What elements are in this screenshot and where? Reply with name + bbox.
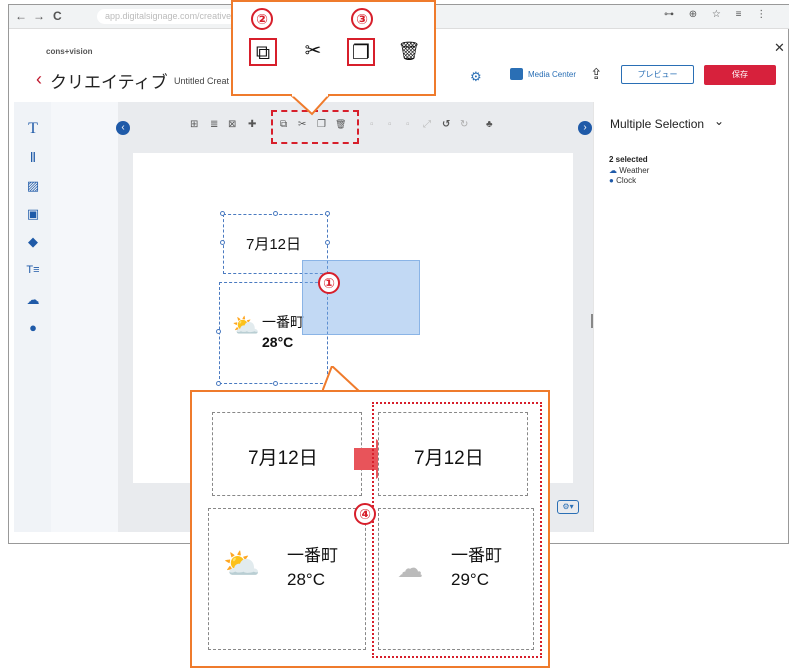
collapse-left-icon[interactable]: ‹ [116,121,130,135]
step-marker-1: ① [318,272,340,294]
cloud-icon: ☁ [397,553,423,583]
weather-icon: ☁ [609,166,620,175]
collapse-right-icon[interactable]: › [578,121,592,135]
image-tool-icon[interactable]: ▨ [24,178,42,194]
selection-marquee [302,260,420,335]
resize-icon[interactable]: ⤢ [423,119,431,130]
undo-icon[interactable]: ↺ [442,119,450,130]
display-settings-button[interactable]: ⚙▾ [557,500,579,514]
chevron-down-icon[interactable]: ⌄ [714,114,724,128]
shapes-tool-icon[interactable]: ◆ [24,234,42,250]
cut-icon[interactable]: ✂ [299,38,327,66]
copy-icon[interactable]: ⧉ [249,38,277,66]
weather-sun-cloud-icon: ⛅ [232,313,260,338]
delete-icon[interactable]: 🗑 [395,38,423,66]
ticker-tool-icon[interactable]: T≡ [24,264,42,276]
left-panel [51,102,118,532]
date-text: 7月12日 [246,236,302,253]
creative-name[interactable]: Untitled Creat [174,76,229,86]
weather-place: 一番町 [262,314,304,330]
save-button[interactable]: 保存 [704,65,776,85]
back-arrow-icon[interactable]: ← [15,9,27,23]
orig-date-box: 7月12日 [212,412,362,496]
address-bar[interactable]: app.digitalsignage.com/creative [97,9,247,24]
panel-title: Multiple Selection [610,117,705,131]
media-center-button[interactable]: Media Center [528,70,576,79]
users-icon[interactable]: ♣ [486,119,493,130]
copy-date-text: 7月12日 [414,448,484,469]
reload-icon[interactable]: C [53,9,62,23]
brand-logo: cons+vision [46,47,93,56]
close-icon[interactable]: ✕ [774,40,785,56]
copy-place: 一番町 [451,546,502,565]
orig-weather-box: ⛅ 一番町 28°C [208,508,366,650]
selection-count: 2 selected [609,155,648,164]
back-chevron-icon[interactable]: ‹ [36,69,42,90]
upload-icon[interactable]: ⇪ [590,65,603,83]
orig-temp: 28°C [287,570,325,589]
weather-tool-icon[interactable]: ☁ [24,292,42,308]
layer-icon[interactable]: ▫ [406,119,410,130]
step-marker-2: ② [251,8,273,30]
text-tool-icon[interactable]: T [24,120,42,138]
redo-icon[interactable]: ↻ [460,119,468,130]
copy-date-box: 7月12日 [378,412,528,496]
toolbar-zoom-callout: ② ③ ⧉ ✂ ❐ 🗑 [231,0,436,96]
list-item[interactable]: ☁ Weather [609,166,649,175]
weather-temp: 28°C [262,334,294,350]
orig-place: 一番町 [287,546,338,565]
video-tool-icon[interactable]: ▣ [24,206,42,222]
camera-icon[interactable] [510,68,523,80]
add-icon[interactable]: ✚ [248,119,256,130]
browser-extension-icons[interactable]: ⊶ ⊕ ☆ ≡ ⋮ [664,9,772,20]
callout-pointer [290,94,330,116]
sun-cloud-icon: ⛅ [223,548,261,581]
layer-down-icon[interactable]: ▫ [388,119,392,130]
list-item[interactable]: ● Clock [609,176,636,185]
forward-arrow-icon[interactable]: → [33,9,45,23]
layer-up-icon[interactable]: ▫ [370,119,374,130]
step-marker-3: ③ [351,8,373,30]
settings-gear-icon[interactable]: ⚙ [470,69,482,85]
step-marker-4: ④ [354,503,376,525]
tool-sidebar: T Ⅱ ▨ ▣ ◆ T≡ ☁ ● [14,102,51,532]
page-title: クリエイティブ [50,73,168,92]
textbox-tool-icon[interactable]: Ⅱ [24,150,42,166]
align-icon[interactable]: ≣ [210,119,218,130]
grid-icon[interactable]: ⊞ [190,119,198,130]
clock-icon: ● [609,176,617,185]
copy-result-callout: 7月12日 ⛅ 一番町 28°C 7月12日 ④ ☁ 一番町 29°C [190,390,550,668]
orig-date-text: 7月12日 [248,448,318,469]
clock-tool-icon[interactable]: ● [24,320,42,335]
preview-button[interactable]: プレビュー [621,65,694,84]
frame-icon[interactable]: ⊠ [228,119,236,130]
copy-temp: 29°C [451,570,489,589]
copy-weather-box: ☁ 一番町 29°C [378,508,534,650]
paste-icon[interactable]: ❐ [347,38,375,66]
